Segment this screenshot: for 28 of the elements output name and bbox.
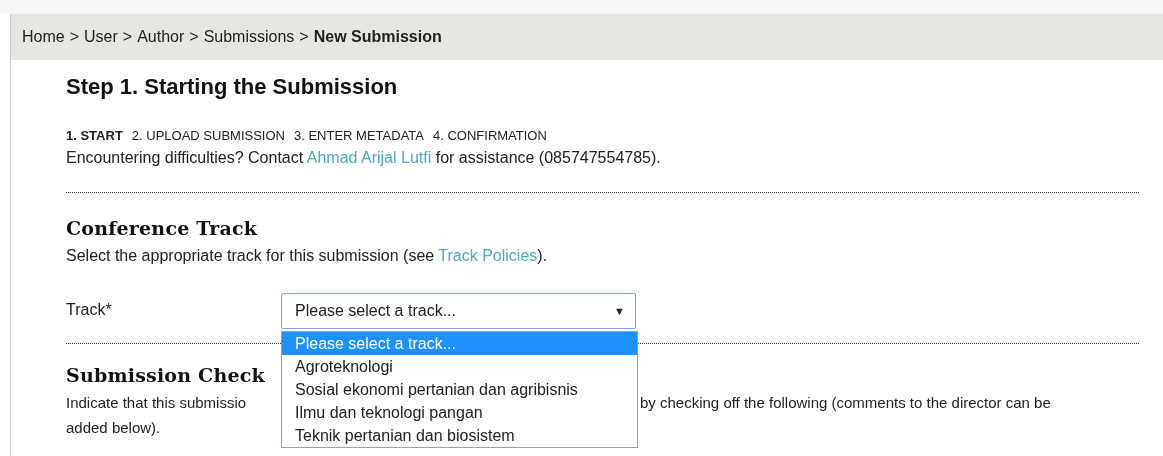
dropdown-option[interactable]: Teknik pertanian dan biosistem <box>282 424 637 447</box>
breadcrumb-link[interactable]: Home <box>22 28 65 46</box>
step-label: 1. START <box>66 128 123 143</box>
section-heading: Submission Check <box>66 364 265 386</box>
step-label: 4. CONFIRMATION <box>433 128 547 143</box>
section-intro: by checking off the following (comments to the director can be <box>640 394 1051 411</box>
caret-icon: ▼ <box>614 305 625 317</box>
breadcrumb-separator: > <box>189 28 199 46</box>
page-title: Step 1. Starting the Submission <box>66 74 399 100</box>
breadcrumb-separator: > <box>299 28 309 46</box>
track-select[interactable]: Please select a track... ▼ <box>281 293 636 329</box>
dropdown-option[interactable]: Ilmu dan teknologi pangan <box>282 401 637 424</box>
breadcrumb-link[interactable]: Author <box>137 28 185 46</box>
breadcrumb-separator: > <box>122 28 133 46</box>
section-intro: Indicate that this submissio <box>66 394 247 411</box>
step-label: 2. UPLOAD SUBMISSION <box>131 128 285 143</box>
breadcrumb-link[interactable]: User <box>84 28 118 46</box>
breadcrumb-current: New Submission <box>313 28 442 46</box>
field-label: Track* <box>66 301 113 320</box>
step-label: 3. ENTER METADATA <box>294 128 424 143</box>
help-text: Encountering difficulties? Contact Ahmad Arijal Lutfi for assistance (085747554785). <box>66 149 662 167</box>
section-heading: Conference Track <box>66 217 258 239</box>
dropdown-option[interactable]: Sosial ekonomi pertanian dan agribisnis <box>282 378 637 401</box>
section-intro: Select the appropriate track for this submission (see Track Policies). <box>66 247 549 265</box>
section-intro: added below). <box>66 419 161 436</box>
breadcrumb-link[interactable]: Submissions <box>203 28 295 46</box>
breadcrumb-separator: > <box>69 28 80 46</box>
dropdown-option[interactable]: Agroteknologi <box>282 355 637 378</box>
